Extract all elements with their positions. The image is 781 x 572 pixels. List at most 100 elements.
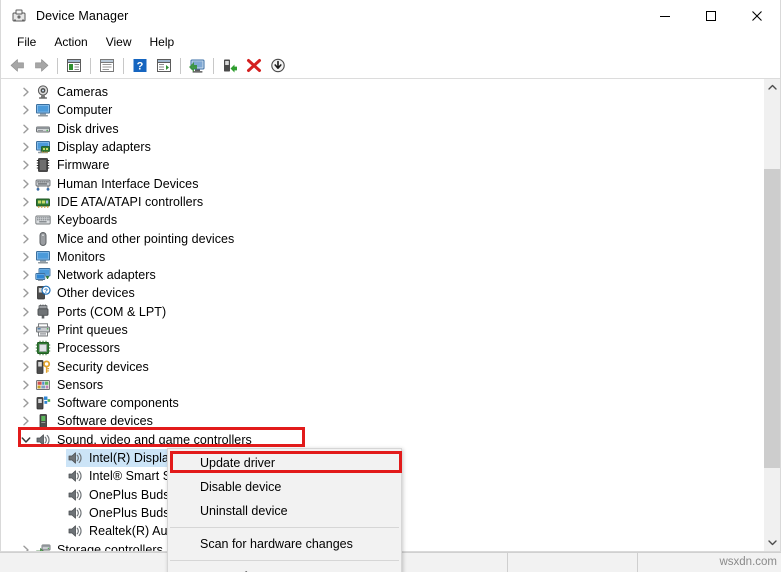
tree-item-label: Sensors [57, 377, 104, 392]
tree-item-label: Processors [57, 341, 121, 356]
menu-help[interactable]: Help [141, 33, 184, 51]
enable-device-icon[interactable] [218, 55, 242, 77]
tree-item-label: Intel® Smart So [89, 469, 179, 484]
update-driver-icon[interactable] [185, 55, 209, 77]
tree-item[interactable]: Firmware [1, 156, 763, 174]
chevron-right-icon[interactable] [18, 138, 34, 156]
sensor-icon [35, 377, 51, 393]
close-button[interactable] [734, 0, 780, 31]
tree-item[interactable]: Network adapters [1, 266, 763, 284]
device-manager-icon [11, 8, 27, 24]
chevron-right-icon[interactable] [18, 156, 34, 174]
chevron-right-icon[interactable] [18, 394, 34, 412]
svg-text:?: ? [137, 61, 144, 73]
vertical-scrollbar[interactable] [763, 79, 780, 551]
context-menu-item[interactable]: Properties [168, 565, 401, 572]
context-menu-item[interactable]: Scan for hardware changes [168, 532, 401, 556]
forward-icon[interactable] [29, 55, 53, 77]
disable-device-icon[interactable] [266, 55, 290, 77]
disk-drive-icon [35, 121, 51, 137]
context-menu-item[interactable]: Uninstall device [168, 499, 401, 523]
chevron-right-icon[interactable] [18, 358, 34, 376]
tree-item[interactable]: Ports (COM & LPT) [1, 303, 763, 321]
monitor-icon [35, 249, 51, 265]
title-bar: Device Manager [1, 0, 780, 31]
chevron-right-icon[interactable] [18, 376, 34, 394]
tree-item[interactable]: Software devices [1, 412, 763, 430]
chevron-right-icon[interactable] [18, 83, 34, 101]
toolbar-separator-1 [57, 57, 58, 74]
tree-item[interactable]: Display adapters [1, 138, 763, 156]
tree-item-label: Disk drives [57, 121, 119, 136]
help-icon[interactable]: ? [128, 55, 152, 77]
tree-item[interactable]: ? Other devices [1, 284, 763, 302]
tree-item-content: Sound, video and game controllers [34, 431, 255, 449]
chevron-right-icon[interactable] [18, 541, 34, 551]
chevron-right-icon[interactable] [18, 284, 34, 302]
chevron-right-icon[interactable] [18, 211, 34, 229]
tree-item[interactable]: IDE ATA/ATAPI controllers [1, 193, 763, 211]
tree-item[interactable]: Cameras [1, 83, 763, 101]
chevron-right-icon[interactable] [18, 303, 34, 321]
tree-item-label: Mice and other pointing devices [57, 231, 235, 246]
software-component-icon [35, 395, 51, 411]
tree-item-label: Computer [57, 103, 113, 118]
tree-item[interactable]: Mice and other pointing devices [1, 229, 763, 247]
display-adapter-icon [35, 139, 51, 155]
tree-item-content: Computer [34, 101, 115, 119]
tree-item-label: Human Interface Devices [57, 176, 199, 191]
scroll-down-button[interactable] [764, 534, 780, 551]
tree-item-label: Network adapters [57, 268, 156, 283]
show-hide-console-tree-icon[interactable] [62, 55, 86, 77]
camera-icon [35, 84, 51, 100]
storage-controller-icon [35, 542, 51, 551]
tree-item[interactable]: Processors [1, 339, 763, 357]
tree-item-content: Software devices [34, 412, 156, 430]
uninstall-device-icon[interactable] [242, 55, 266, 77]
tree-item[interactable]: Sound, video and game controllers [1, 431, 763, 449]
toolbar-separator-5 [213, 57, 214, 74]
context-menu-separator [170, 560, 399, 561]
minimize-button[interactable] [642, 0, 688, 31]
tree-item-content: ? Other devices [34, 284, 138, 302]
context-menu-item[interactable]: Disable device [168, 475, 401, 499]
toolbar: ? [1, 53, 780, 79]
tree-item[interactable]: Human Interface Devices [1, 174, 763, 192]
chevron-right-icon[interactable] [18, 101, 34, 119]
scrollbar-thumb[interactable] [764, 168, 780, 469]
tree-item-content: Display adapters [34, 138, 154, 156]
tree-item[interactable]: Keyboards [1, 211, 763, 229]
chevron-right-icon[interactable] [18, 230, 34, 248]
back-icon[interactable] [5, 55, 29, 77]
chevron-right-icon[interactable] [18, 266, 34, 284]
chevron-right-icon[interactable] [18, 321, 34, 339]
scroll-up-button[interactable] [764, 79, 780, 96]
chevron-right-icon[interactable] [18, 412, 34, 430]
chevron-right-icon[interactable] [18, 248, 34, 266]
tree-item[interactable]: Security devices [1, 357, 763, 375]
tree-item-content: Ports (COM & LPT) [34, 303, 169, 321]
properties-icon[interactable] [95, 55, 119, 77]
chevron-right-icon[interactable] [18, 120, 34, 138]
tree-item[interactable]: Sensors [1, 376, 763, 394]
chevron-right-icon[interactable] [18, 193, 34, 211]
tree-item[interactable]: Print queues [1, 321, 763, 339]
chevron-right-icon[interactable] [18, 175, 34, 193]
tree-item[interactable]: Computer [1, 101, 763, 119]
maximize-button[interactable] [688, 0, 734, 31]
tree-item[interactable]: Disk drives [1, 120, 763, 138]
watermark: wsxdn.com [719, 556, 777, 568]
tree-item[interactable]: Software components [1, 394, 763, 412]
tree-item-content: Sensors [34, 376, 106, 394]
menu-file[interactable]: File [8, 33, 45, 51]
tree-item[interactable]: Monitors [1, 248, 763, 266]
tree-item-content: Mice and other pointing devices [34, 230, 237, 248]
context-menu-item[interactable]: Update driver [168, 451, 401, 475]
tree-item-label: Monitors [57, 249, 106, 264]
chevron-right-icon[interactable] [18, 339, 34, 357]
scan-for-hardware-changes-icon[interactable] [152, 55, 176, 77]
chevron-down-icon[interactable] [18, 431, 34, 449]
menu-action[interactable]: Action [45, 33, 96, 51]
menu-view[interactable]: View [97, 33, 141, 51]
